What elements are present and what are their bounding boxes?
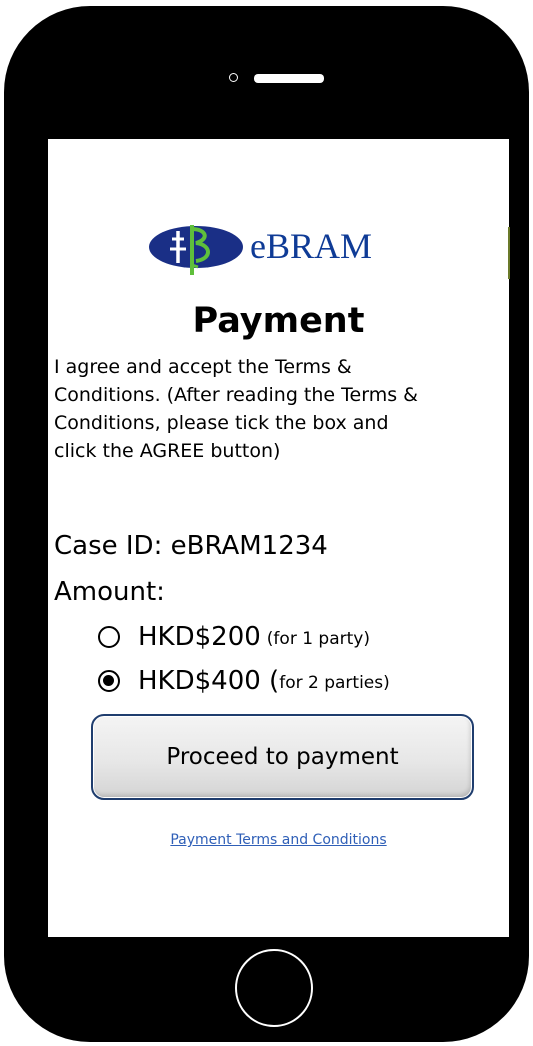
screen-edge-mark [508,227,510,279]
payment-terms-link[interactable]: Payment Terms and Conditions [48,832,509,848]
amount-option-note: (for 1 party) [266,629,370,649]
phone-screen: eBRAM Payment I agree and accept the Ter… [48,139,510,937]
radio-unchecked-icon[interactable] [98,626,120,648]
logo-text: eBRAM [250,226,373,266]
case-id-label: Case ID: eBRAM1234 [54,531,328,561]
terms-agreement-text: I agree and accept the Terms & Condition… [54,356,418,462]
amount-option-400[interactable]: HKD$400 ( for 2 parties) [98,663,390,699]
home-button[interactable] [235,949,313,1027]
amount-label: Amount: [54,577,165,607]
ebram-logo: eBRAM [148,217,393,277]
earpiece-speaker [254,74,324,83]
ebram-emblem-icon [149,225,243,275]
proceed-to-payment-button[interactable]: Proceed to payment [91,714,474,800]
page-title: Payment [192,301,365,341]
front-camera [229,73,238,82]
radio-checked-icon[interactable] [98,670,120,692]
phone-frame: eBRAM Payment I agree and accept the Ter… [4,6,529,1042]
amount-option-200[interactable]: HKD$200 (for 1 party) [98,619,370,655]
amount-option-note: for 2 parties) [279,673,390,693]
amount-option-value: HKD$400 ( [138,666,280,696]
amount-option-value: HKD$200 [138,622,261,652]
